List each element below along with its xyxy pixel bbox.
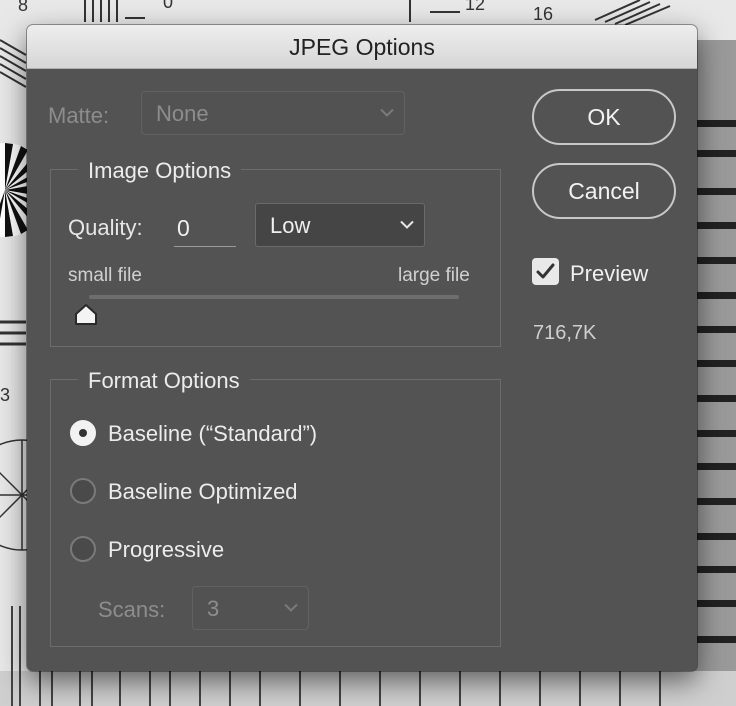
- file-size-readout: 716,7K: [533, 322, 597, 344]
- bg-number: 8: [18, 0, 28, 15]
- progressive-radio[interactable]: [70, 536, 96, 562]
- quality-preset-dropdown[interactable]: Low: [255, 203, 425, 247]
- dialog-title: JPEG Options: [289, 34, 435, 60]
- matte-label: Matte:: [48, 103, 110, 128]
- scans-dropdown[interactable]: 3: [192, 586, 309, 630]
- ok-button[interactable]: OK: [532, 89, 676, 145]
- chevron-down-icon: [380, 108, 394, 117]
- scans-label: Scans:: [98, 597, 166, 622]
- chevron-down-icon: [284, 603, 298, 612]
- progressive-label[interactable]: Progressive: [108, 537, 224, 563]
- cancel-button[interactable]: Cancel: [532, 163, 676, 219]
- chevron-down-icon: [400, 220, 414, 229]
- baseline-standard-radio[interactable]: [70, 420, 96, 446]
- bg-number: 0: [163, 0, 173, 12]
- baseline-optimized-label[interactable]: Baseline Optimized: [108, 479, 298, 505]
- matte-value: None: [156, 101, 209, 126]
- bg-number: 12: [465, 0, 485, 14]
- title-bar[interactable]: JPEG Options: [27, 25, 697, 69]
- quality-slider-track[interactable]: [89, 295, 459, 299]
- quality-slider-thumb[interactable]: [73, 303, 99, 327]
- checkmark-icon: [536, 263, 555, 279]
- bg-number: 16: [533, 4, 553, 24]
- format-options-title: Format Options: [78, 368, 250, 394]
- image-options-title: Image Options: [78, 158, 242, 184]
- matte-dropdown[interactable]: None: [141, 91, 405, 135]
- preview-checkbox[interactable]: [532, 258, 559, 285]
- quality-value: 0: [177, 215, 190, 241]
- baseline-optimized-radio[interactable]: [70, 478, 96, 504]
- scans-value: 3: [207, 596, 220, 621]
- quality-input[interactable]: 0: [174, 209, 236, 247]
- quality-label: Quality:: [68, 215, 143, 240]
- slider-min-label: small file: [68, 265, 142, 286]
- preview-label[interactable]: Preview: [570, 261, 648, 287]
- quality-preset-value: Low: [270, 213, 311, 238]
- image-options-group: [50, 169, 501, 347]
- baseline-standard-label[interactable]: Baseline (“Standard”): [108, 421, 317, 447]
- jpeg-options-dialog: JPEG Options Matte: None Image Options Q…: [27, 25, 697, 671]
- bg-number: 3: [0, 385, 10, 405]
- slider-max-label: large file: [398, 265, 470, 286]
